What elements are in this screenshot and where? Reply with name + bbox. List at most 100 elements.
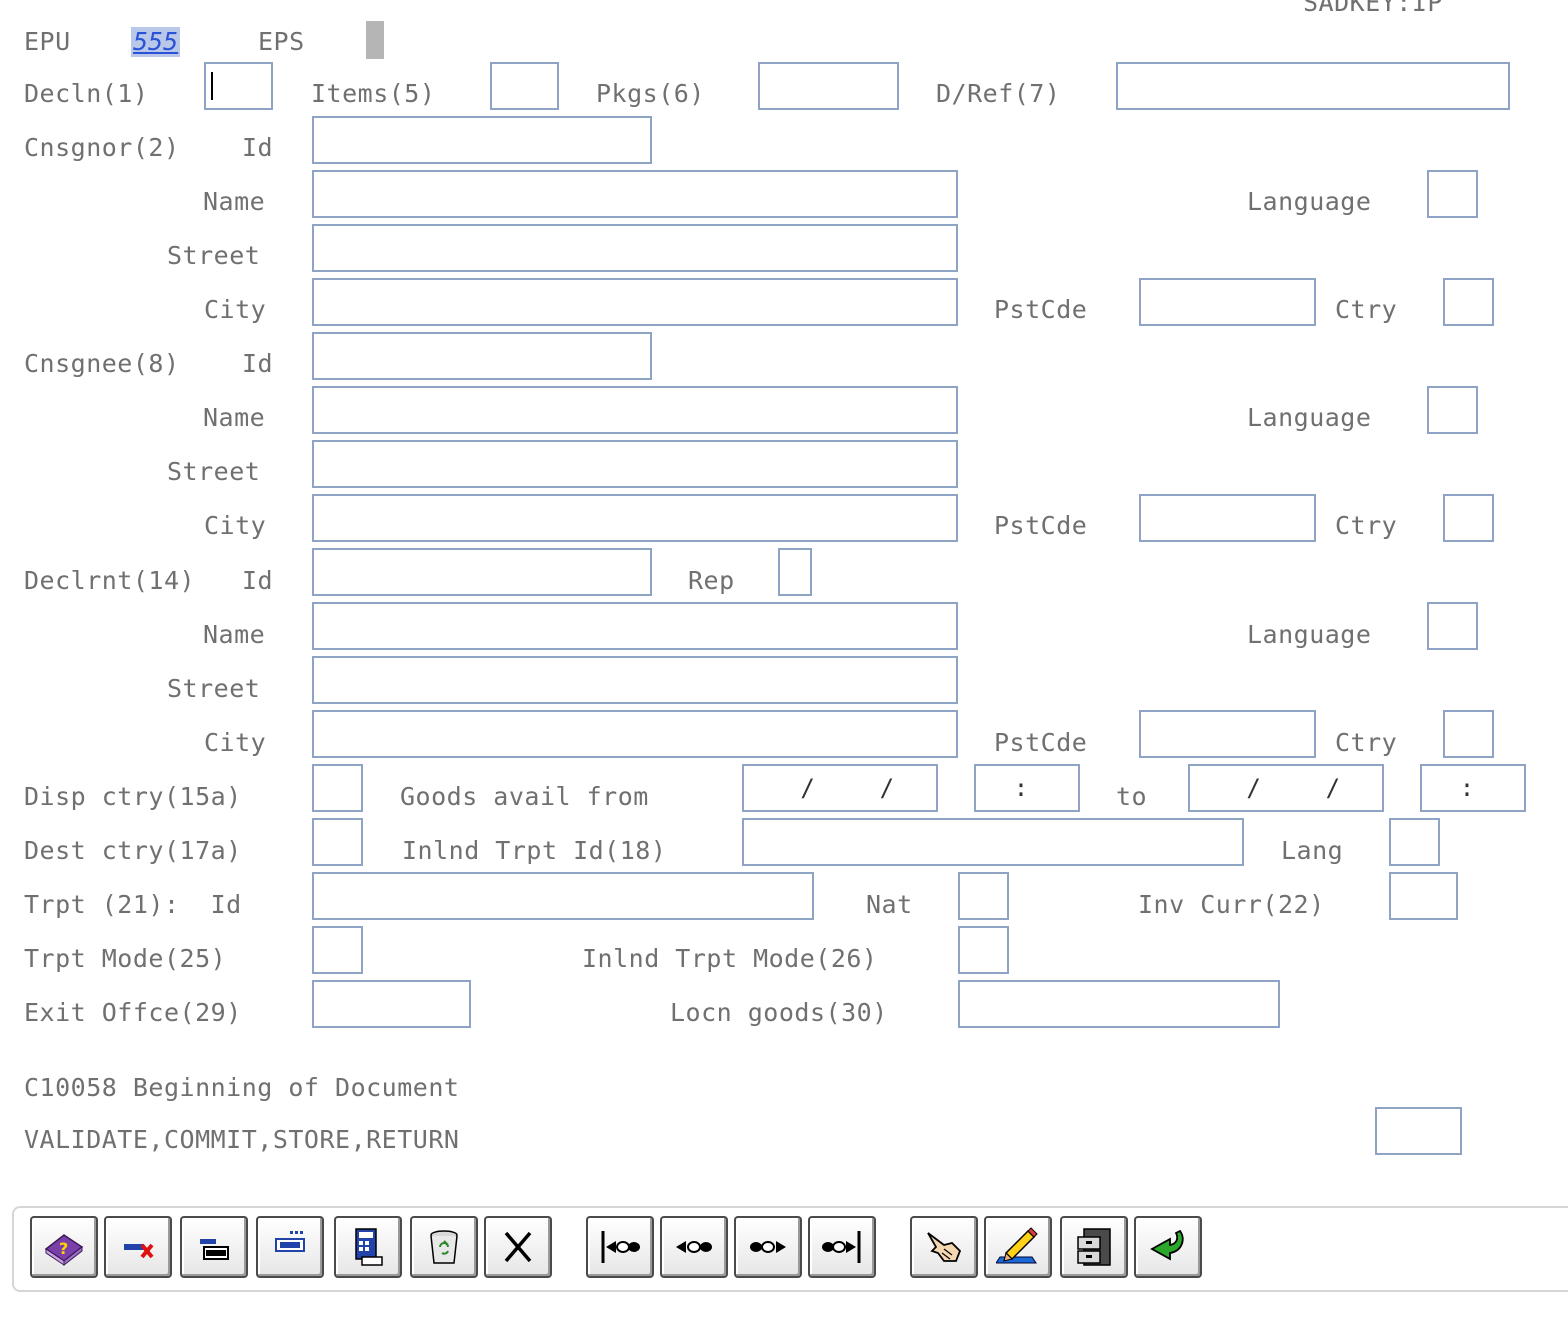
nat-input[interactable] [958, 872, 1009, 920]
consignee-ctry-label: Ctry [1335, 511, 1398, 540]
lang-label: Lang [1281, 836, 1344, 865]
consignor-ctry-input[interactable] [1443, 278, 1494, 326]
consignor-id-label: Id [242, 133, 274, 162]
consignee-ctry-input[interactable] [1443, 494, 1494, 542]
delete-line-button[interactable] [104, 1216, 172, 1278]
next-record-button[interactable] [734, 1216, 802, 1278]
disp-ctry-label: Disp ctry(15a) [24, 782, 242, 811]
return-arrow-icon [1150, 1229, 1184, 1261]
consignee-street-label: Street [167, 457, 261, 486]
close-button[interactable] [484, 1216, 552, 1278]
consignor-pstcde-input[interactable] [1139, 278, 1316, 326]
trash-can-icon [430, 1230, 458, 1264]
goods-avail-to-time-input[interactable] [1420, 764, 1526, 812]
inlnd-trpt-mode-input[interactable] [958, 926, 1009, 974]
consignee-pstcde-input[interactable] [1139, 494, 1316, 542]
command-input[interactable] [1375, 1107, 1462, 1155]
consignor-name-input[interactable] [312, 170, 958, 218]
consignor-language-label: Language [1247, 187, 1372, 216]
exit-offce-input[interactable] [312, 980, 471, 1028]
declarant-name-input[interactable] [312, 602, 958, 650]
last-record-button[interactable] [808, 1216, 876, 1278]
consignee-label: Cnsgnee(8) [24, 349, 180, 378]
inlnd-trpt-id-input[interactable] [742, 818, 1244, 866]
consignee-city-label: City [204, 511, 267, 540]
epu-value[interactable]: 555 [131, 27, 181, 57]
inlnd-trpt-mode-label: Inlnd Trpt Mode(26) [582, 944, 878, 973]
close-x-icon [504, 1231, 532, 1263]
calculator-button[interactable] [334, 1216, 402, 1278]
previous-record-button[interactable] [660, 1216, 728, 1278]
trash-button[interactable] [410, 1216, 478, 1278]
text-cursor [211, 72, 213, 100]
declarant-pstcde-input[interactable] [1139, 710, 1316, 758]
exit-offce-label: Exit Offce(29) [24, 998, 242, 1027]
consignee-pstcde-label: PstCde [994, 511, 1088, 540]
declarant-label: Declrnt(14) [24, 566, 196, 595]
inv-curr-label: Inv Curr(22) [1138, 890, 1325, 919]
message-line-2: VALIDATE,COMMIT,STORE,RETURN [24, 1125, 460, 1154]
consignee-name-input[interactable] [312, 386, 958, 434]
consignee-language-input[interactable] [1427, 386, 1478, 434]
declarant-street-input[interactable] [312, 656, 958, 704]
consignor-street-label: Street [167, 241, 261, 270]
consignee-street-input[interactable] [312, 440, 958, 488]
edit-button[interactable] [984, 1216, 1052, 1278]
pkgs-input[interactable] [758, 62, 899, 110]
consignee-city-input[interactable] [312, 494, 958, 542]
declarant-ctry-input[interactable] [1443, 710, 1494, 758]
declarant-rep-input[interactable] [778, 548, 812, 596]
trpt-id-input[interactable] [312, 872, 814, 920]
declarant-pstcde-label: PstCde [994, 728, 1088, 757]
previous-record-icon [676, 1241, 712, 1253]
sadkey-label: SADKEY:IP [1303, 0, 1443, 17]
consignor-ctry-label: Ctry [1335, 295, 1398, 324]
epu-label: EPU [24, 27, 71, 56]
lang-input[interactable] [1389, 818, 1440, 866]
delete-line-icon [124, 1243, 154, 1259]
goods-avail-to-date-input[interactable] [1188, 764, 1384, 812]
goods-avail-from-label: Goods avail from [400, 782, 649, 811]
help-button[interactable]: ? [30, 1216, 98, 1278]
insert-line-icon [200, 1239, 229, 1260]
consignee-name-label: Name [203, 403, 266, 432]
declarant-city-input[interactable] [312, 710, 958, 758]
first-record-icon [601, 1231, 640, 1263]
declarant-language-input[interactable] [1427, 602, 1478, 650]
goods-avail-from-date-input[interactable] [742, 764, 938, 812]
disp-ctry-input[interactable] [312, 764, 363, 812]
return-button[interactable] [1134, 1216, 1202, 1278]
file-cabinet-icon [1077, 1228, 1111, 1266]
dest-ctry-input[interactable] [312, 818, 363, 866]
goods-avail-from-time-input[interactable] [974, 764, 1080, 812]
declarant-language-label: Language [1247, 620, 1372, 649]
trpt-mode-input[interactable] [312, 926, 363, 974]
insert-line-button[interactable] [180, 1216, 248, 1278]
pkgs-label: Pkgs(6) [596, 79, 705, 108]
trpt-mode-label: Trpt Mode(25) [24, 944, 227, 973]
declarant-street-label: Street [167, 674, 261, 703]
select-button[interactable] [910, 1216, 978, 1278]
inv-curr-input[interactable] [1389, 872, 1458, 920]
consignor-street-input[interactable] [312, 224, 958, 272]
eps-field[interactable] [366, 21, 384, 59]
dref-input[interactable] [1116, 62, 1510, 110]
consignor-city-input[interactable] [312, 278, 958, 326]
decln-input[interactable] [204, 62, 273, 110]
consignor-label: Cnsgnor(2) [24, 133, 180, 162]
store-button[interactable] [1060, 1216, 1128, 1278]
consignor-id-input[interactable] [312, 116, 652, 164]
locn-goods-input[interactable] [958, 980, 1280, 1028]
svg-text:?: ? [59, 1239, 68, 1258]
declarant-id-input[interactable] [312, 548, 652, 596]
items-input[interactable] [490, 62, 559, 110]
nat-label: Nat [866, 890, 913, 919]
consignor-language-input[interactable] [1427, 170, 1478, 218]
first-record-button[interactable] [586, 1216, 654, 1278]
trpt-id-label: Trpt (21): Id [24, 890, 242, 919]
toolbar: ? [12, 1206, 1568, 1292]
consignee-id-input[interactable] [312, 332, 652, 380]
duplicate-line-button[interactable] [256, 1216, 324, 1278]
consignee-id-label: Id [242, 349, 274, 378]
consignor-name-label: Name [203, 187, 266, 216]
